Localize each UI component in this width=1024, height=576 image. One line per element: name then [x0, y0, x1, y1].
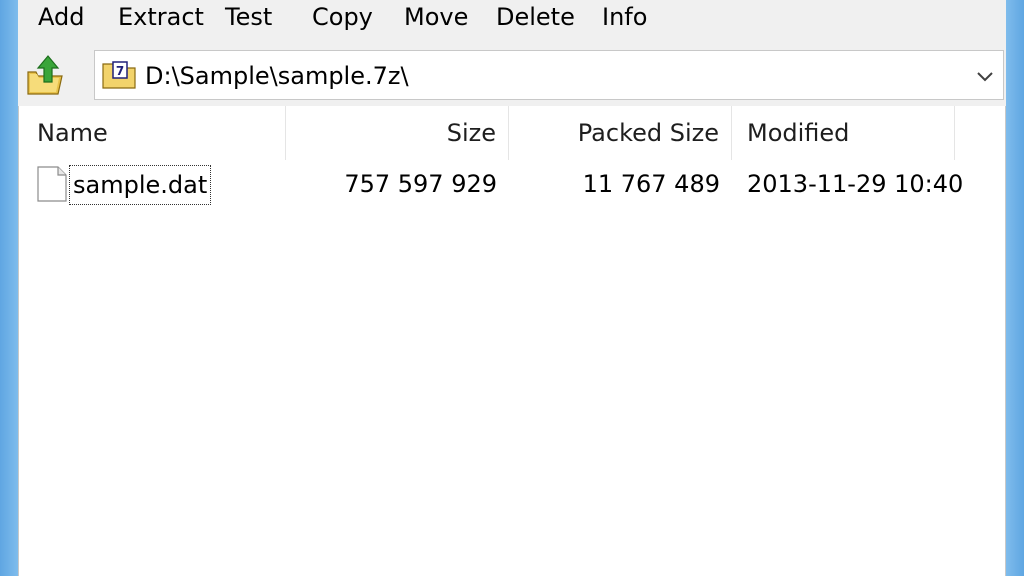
- test-button[interactable]: Test: [225, 0, 272, 36]
- folder-up-button[interactable]: [24, 52, 68, 100]
- chevron-down-icon: [977, 72, 993, 82]
- app-window: Add Extract Test Copy Move Delete Info 7…: [0, 0, 1024, 576]
- archive-icon: 7: [102, 61, 136, 89]
- file-list[interactable]: Name Size Packed Size Modified sample.da…: [18, 106, 1006, 576]
- file-icon: [37, 166, 67, 202]
- client-area: Add Extract Test Copy Move Delete Info 7…: [18, 0, 1006, 576]
- file-size: 757 597 929: [344, 170, 497, 198]
- svg-text:7: 7: [116, 64, 124, 78]
- file-name[interactable]: sample.dat: [69, 165, 212, 205]
- extract-button[interactable]: Extract: [118, 0, 204, 36]
- window-frame-left: [0, 0, 18, 576]
- table-row[interactable]: sample.dat 757 597 929 11 767 489 2013-1…: [19, 162, 1005, 206]
- toolbar: Add Extract Test Copy Move Delete Info: [18, 0, 1006, 42]
- copy-button[interactable]: Copy: [312, 0, 373, 36]
- add-button[interactable]: Add: [38, 0, 84, 36]
- delete-button[interactable]: Delete: [496, 0, 575, 36]
- folder-up-icon: [27, 55, 63, 95]
- address-row: 7 D:\Sample\sample.7z\: [18, 50, 1006, 104]
- address-path: D:\Sample\sample.7z\: [145, 62, 409, 90]
- list-header: Name Size Packed Size Modified: [19, 106, 1005, 160]
- window-frame-right: [1006, 0, 1024, 576]
- address-bar[interactable]: 7 D:\Sample\sample.7z\: [94, 50, 1004, 100]
- file-modified: 2013-11-29 10:40: [747, 170, 964, 198]
- file-packed-size: 11 767 489: [582, 170, 720, 198]
- address-dropdown[interactable]: [971, 51, 999, 101]
- column-header-name[interactable]: Name: [19, 106, 286, 160]
- column-header-size[interactable]: Size: [286, 106, 509, 160]
- column-header-modified[interactable]: Modified: [732, 106, 955, 160]
- info-button[interactable]: Info: [602, 0, 647, 36]
- column-header-packed-size[interactable]: Packed Size: [509, 106, 732, 160]
- move-button[interactable]: Move: [404, 0, 468, 36]
